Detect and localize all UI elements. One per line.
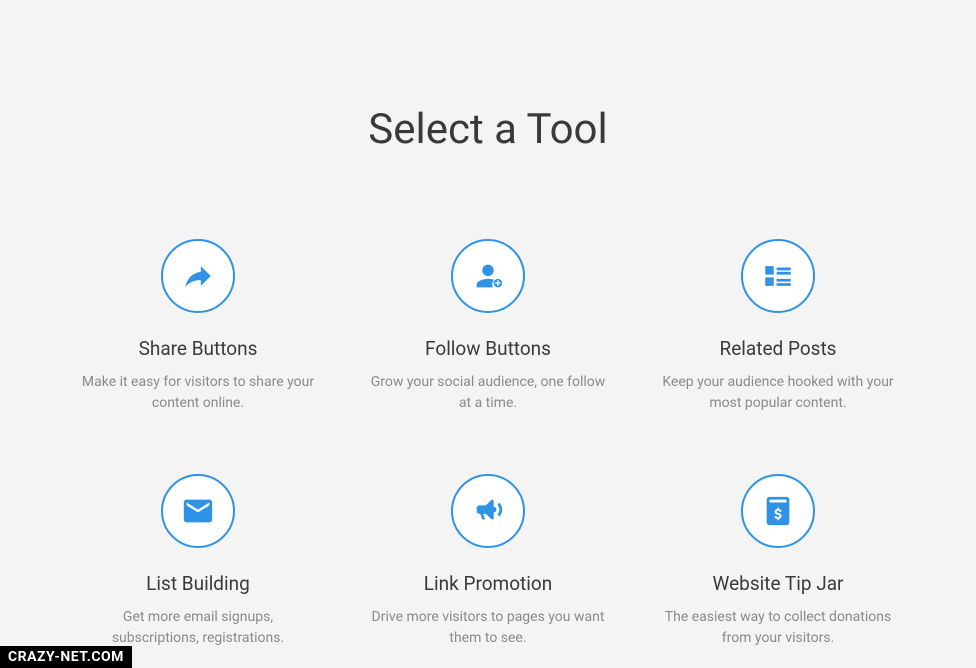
- tool-follow-buttons[interactable]: Follow Buttons Grow your social audience…: [343, 239, 633, 414]
- tool-description: The easiest way to collect donations fro…: [658, 607, 898, 649]
- share-icon: [161, 239, 235, 313]
- tool-title: Follow Buttons: [425, 337, 551, 360]
- tool-share-buttons[interactable]: Share Buttons Make it easy for visitors …: [53, 239, 343, 414]
- main-container: Select a Tool Share Buttons Make it easy…: [0, 0, 976, 649]
- tool-title: Website Tip Jar: [713, 572, 844, 595]
- tool-description: Drive more visitors to pages you want th…: [368, 607, 608, 649]
- tool-description: Make it easy for visitors to share your …: [78, 372, 318, 414]
- tool-title: Share Buttons: [139, 337, 258, 360]
- tool-list-building[interactable]: List Building Get more email signups, su…: [53, 474, 343, 649]
- tip-jar-icon: [741, 474, 815, 548]
- tool-description: Get more email signups, subscriptions, r…: [78, 607, 318, 649]
- tool-website-tip-jar[interactable]: Website Tip Jar The easiest way to colle…: [633, 474, 923, 649]
- page-title: Select a Tool: [0, 105, 976, 154]
- list-icon: [741, 239, 815, 313]
- tool-related-posts[interactable]: Related Posts Keep your audience hooked …: [633, 239, 923, 414]
- envelope-icon: [161, 474, 235, 548]
- tool-link-promotion[interactable]: Link Promotion Drive more visitors to pa…: [343, 474, 633, 649]
- tool-title: Link Promotion: [424, 572, 552, 595]
- megaphone-icon: [451, 474, 525, 548]
- tool-description: Grow your social audience, one follow at…: [368, 372, 608, 414]
- tools-grid: Share Buttons Make it easy for visitors …: [53, 239, 923, 649]
- tool-title: Related Posts: [720, 337, 837, 360]
- follow-icon: [451, 239, 525, 313]
- tool-description: Keep your audience hooked with your most…: [658, 372, 898, 414]
- tool-title: List Building: [146, 572, 250, 595]
- watermark: CRAZY-NET.COM: [0, 646, 132, 668]
